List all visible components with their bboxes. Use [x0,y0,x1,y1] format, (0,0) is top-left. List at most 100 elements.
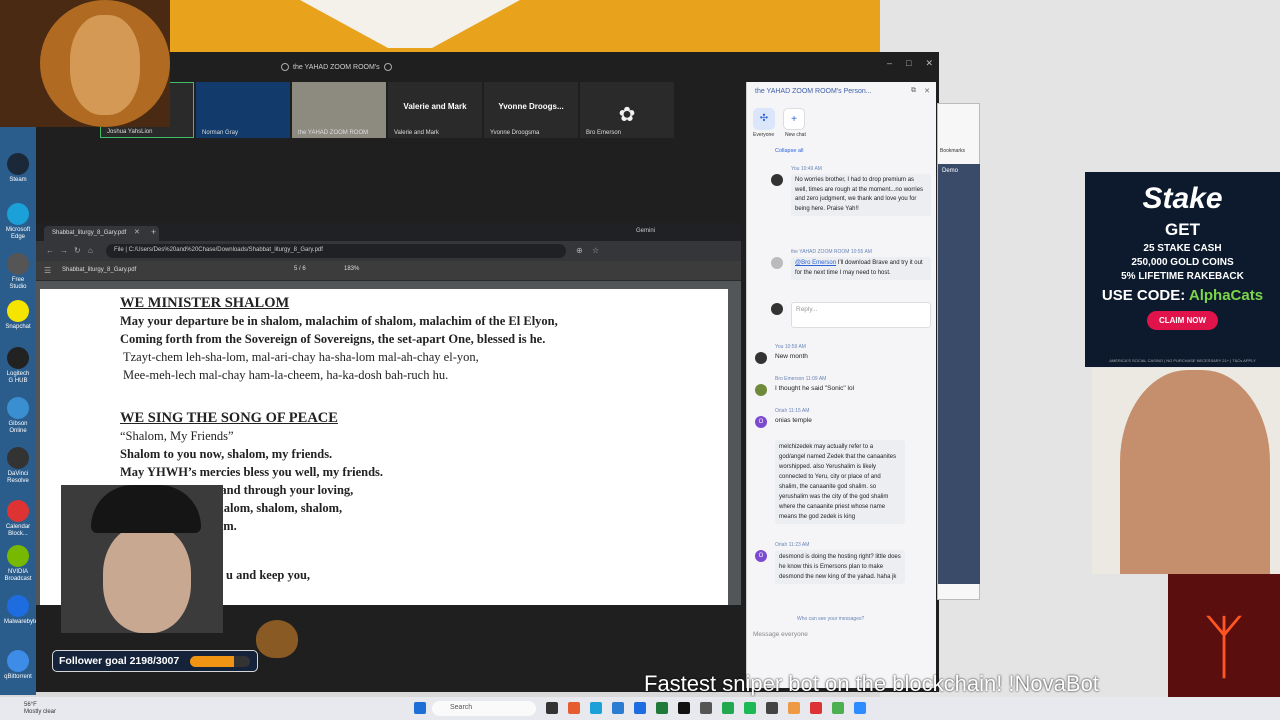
chat-message: the YAHAD ZOOM ROOM 10:55 AM @Bro Emerso… [771,247,931,280]
streamer-webcam [61,485,223,633]
desktop-icon-nvidia[interactable]: NVIDIA Broadcast [4,545,32,583]
stake-logo: Stake [1142,182,1223,215]
window-controls: – □ ✕ [887,58,933,69]
pdf-heading: WE MINISTER SHALOM [120,295,290,311]
pdf-file-name: Shabbat_liturgy_8_Gary.pdf [62,267,137,273]
taskbar-search[interactable]: Search [432,701,536,716]
background-window[interactable]: Bookmarks Demo [937,103,980,600]
zoom-icon[interactable] [854,702,866,714]
start-icon[interactable] [414,702,426,714]
close-tab-icon[interactable]: ✕ [134,228,140,236]
zoom-icon[interactable]: ⊕ [576,246,583,255]
zoom-level[interactable]: 183% [344,266,359,272]
desktop-icon-snapchat[interactable]: Snapchat [4,300,32,331]
participant-tile[interactable]: Norman Gray [196,82,290,138]
pdf-line: May your departure be in shalom, malachi… [120,314,558,328]
mail-icon[interactable] [634,702,646,714]
close-icon[interactable]: ✕ [924,87,930,95]
stake-ad[interactable]: Stake GET 25 STAKE CASH 250,000 GOLD COI… [1085,172,1280,367]
ad-line: 5% LIFETIME RAKEBACK [1121,271,1244,282]
stream-ticker: Fastest sniper bot on the blockchain! !N… [644,671,1099,696]
bookmark-star-icon[interactable]: ☆ [592,246,599,255]
explorer-icon[interactable] [612,702,624,714]
chat-message: Oriah 11:23 AM O desmond is doing the ho… [755,540,931,584]
chat-message: You 10:59 AM New month [755,342,931,364]
popout-icon[interactable]: ⧉ [911,87,916,95]
taskbar: 56°F Mostly clear Search [0,697,1280,720]
ad-get: GET [1165,220,1200,239]
visibility-info[interactable]: Who can see your messages? [797,614,973,624]
gemini-button[interactable]: Gemini [636,228,655,234]
collapse-all-link[interactable]: Collapse all [775,146,951,156]
ad-disclaimer: AMERICA'S SOCIAL CASINO | NO PURCHASE NE… [1109,358,1256,363]
new-tab-icon[interactable]: + [151,227,156,237]
desktop-icon-ghub[interactable]: Logitech G HUB [4,347,32,385]
guest-camera [1092,368,1280,574]
flower-icon: ✿ [618,104,636,126]
app-icon[interactable] [722,702,734,714]
app-icon[interactable] [700,702,712,714]
spotify-icon[interactable] [744,702,756,714]
reply-box[interactable]: Reply... [771,302,931,328]
background-emblem [300,0,520,48]
desktop-icon-davinci[interactable]: DaVinci Resolve [4,447,32,485]
participant-tile[interactable]: Yvonne Droogs... Yvonne Droogsma [484,82,578,138]
pdf-line: “Shalom, My Friends” [120,429,234,443]
chat-message: You 10:49 AM No worries brother, I had t… [771,164,931,216]
x-icon[interactable] [678,702,690,714]
task-view-icon[interactable] [546,702,558,714]
close-icon[interactable]: ✕ [925,58,933,69]
pdf-line: Mee-meh-lech mal-chay ham-la-cheem, ha-k… [123,368,449,382]
app-icon[interactable] [810,702,822,714]
desktop-icon-edge[interactable]: Microsoft Edge [4,203,32,241]
chat-message: Bro Emerson 11:09 AM I thought he said "… [755,374,931,396]
brave-icon[interactable] [788,702,800,714]
edge-icon[interactable] [590,702,602,714]
app-icon[interactable] [568,702,580,714]
desktop-icon-malwarebytes[interactable]: Malwarebytes [4,595,41,626]
desktop-icon-calendar[interactable]: Calendar Block... [4,500,32,538]
message-input[interactable]: Message everyone [753,631,931,638]
pdf-line: May YHWH’s mercies bless you well, my fr… [120,465,384,479]
home-icon[interactable]: ⌂ [88,246,93,255]
lion-badge [256,620,298,658]
minus-icon[interactable] [383,63,392,71]
menu-icon[interactable]: ☰ [44,266,51,275]
desktop-icon-gibson[interactable]: Gibson Online [4,397,32,435]
minimize-icon[interactable]: – [887,58,892,69]
chat-message: Oriah 11:15 AM O onias temple [755,406,931,428]
follower-goal-label: Follower goal 2198/3007 [59,655,180,667]
chat-header: the YAHAD ZOOM ROOM's Person... ✕ ⧉ [755,87,930,95]
zoom-title: the YAHAD ZOOM ROOM's [293,63,380,71]
weather-widget[interactable]: 56°F Mostly clear [24,702,56,716]
pdf-line: Shalom to you now, shalom, my friends. [120,447,333,461]
app-icon[interactable] [766,702,778,714]
excel-icon[interactable] [656,702,668,714]
everyone-chat-tab[interactable]: ✣ [753,108,775,130]
pdf-heading: WE SING THE SONG OF PEACE [120,410,338,426]
reload-icon[interactable]: ↻ [74,246,81,255]
follower-progress-bar [190,656,250,667]
zoom-title-bar: the YAHAD ZOOM ROOM's [281,60,392,74]
new-chat-button[interactable]: + [783,108,805,130]
desktop-icon-studio[interactable]: Free Studio [4,253,32,291]
toolbar: ← → ↻ ⌂ File | C:/Users/Des%20and%20Chas… [36,241,741,261]
desktop-icons: Steam Microsoft Edge Free Studio Snapcha… [0,125,41,695]
claim-now-button[interactable]: CLAIM NOW [1146,311,1219,330]
maximize-icon[interactable]: □ [906,58,911,69]
desktop-icon-qbittorrent[interactable]: qBittorrent [4,650,32,681]
ad-line: 25 STAKE CASH [1143,243,1222,254]
page-indicator[interactable]: 5 / 6 [294,266,306,272]
pdf-toolbar: ☰ Shabbat_liturgy_8_Gary.pdf 5 / 6 183% [36,261,741,281]
participant-tile[interactable]: ✿ Bro Emerson [580,82,674,138]
record-icon [281,63,289,71]
participant-tile[interactable]: Valerie and Mark Valerie and Mark [388,82,482,138]
address-bar[interactable]: File | C:/Users/Des%20and%20Chase/Downlo… [106,244,566,258]
desktop-icon-steam[interactable]: Steam [4,153,32,184]
participant-tile[interactable]: the YAHAD ZOOM ROOM [292,82,386,138]
forward-icon[interactable]: → [60,246,68,255]
browser-tab[interactable]: Shabbat_liturgy_8_Gary.pdf [44,226,159,241]
chrome-icon[interactable] [832,702,844,714]
pdf-line: Coming forth from the Sovereign of Sover… [120,332,546,346]
back-icon[interactable]: ← [46,246,54,255]
